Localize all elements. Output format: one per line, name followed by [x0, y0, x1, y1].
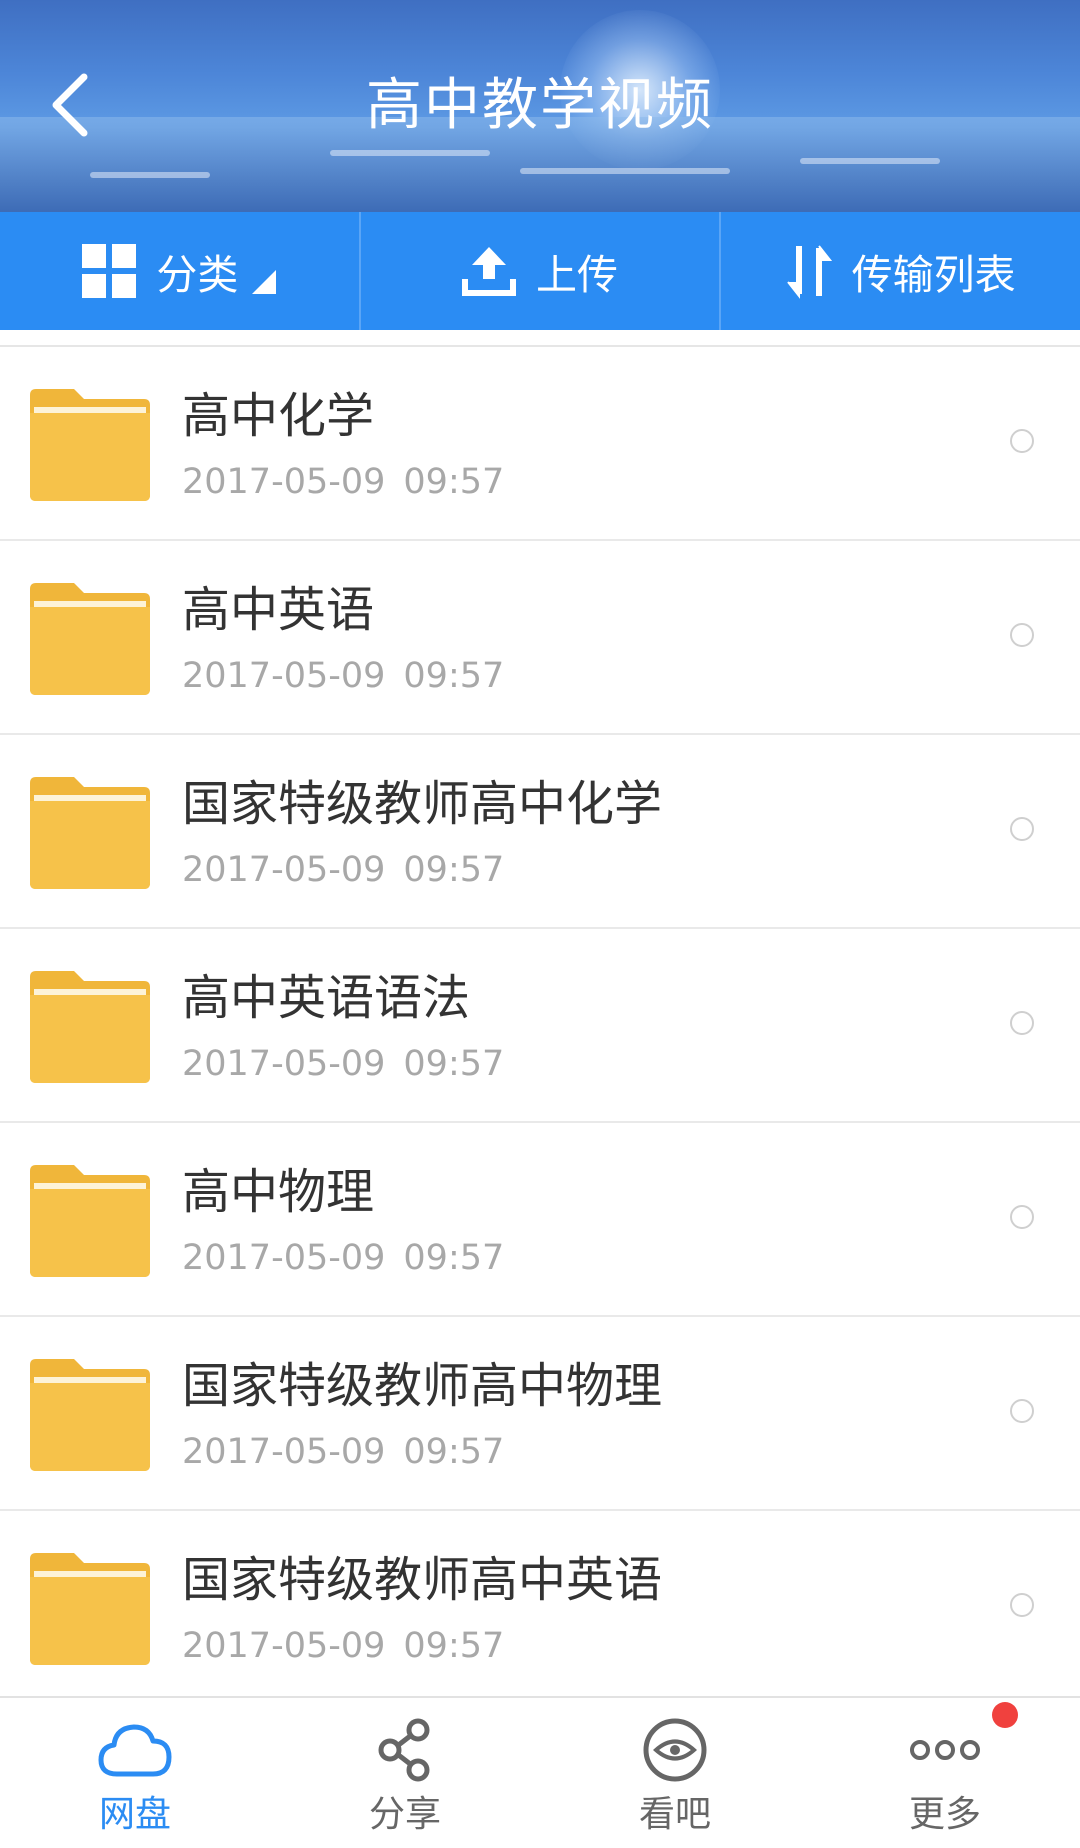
file-name: 高中化学 — [182, 388, 375, 444]
list-item[interactable]: 国家特级教师高中物理 2017-05-09 09:57 — [0, 1317, 1080, 1511]
grid-icon — [82, 244, 137, 298]
upload-icon — [462, 245, 516, 297]
file-time-value: 09:57 — [403, 1626, 505, 1666]
folder-icon — [30, 777, 150, 889]
select-radio[interactable] — [1010, 817, 1034, 841]
list-item[interactable]: 高中化学 2017-05-09 09:57 — [0, 347, 1080, 541]
folder-icon — [30, 1359, 150, 1471]
file-date-value: 2017-05-09 — [182, 1432, 386, 1472]
wave-decoration — [520, 168, 730, 174]
folder-icon — [30, 1553, 150, 1665]
file-name: 高中物理 — [182, 1164, 375, 1220]
wave-decoration — [90, 172, 210, 178]
cloud-icon — [97, 1712, 173, 1788]
wave-decoration — [800, 158, 940, 164]
file-time-value: 09:57 — [403, 1238, 505, 1278]
page-title: 高中教学视频 — [366, 73, 714, 138]
header: 高中教学视频 — [0, 0, 1080, 212]
bottom-nav: 网盘 分享 看吧 更多 — [0, 1696, 1080, 1848]
nav-item-share[interactable]: 分享 — [270, 1698, 540, 1848]
file-name: 国家特级教师高中化学 — [182, 776, 663, 832]
select-radio[interactable] — [1010, 623, 1034, 647]
file-date-value: 2017-05-09 — [182, 656, 386, 696]
nav-label: 网盘 — [98, 1794, 171, 1835]
file-name: 国家特级教师高中英语 — [182, 1552, 663, 1608]
file-list: 高中化学 2017-05-09 09:57 高中英语 2017-05-09 09:5… — [0, 345, 1080, 1697]
file-name: 高中英语语法 — [182, 970, 471, 1026]
file-time-value: 09:57 — [403, 850, 505, 890]
list-item[interactable]: 高中英语语法 2017-05-09 09:57 — [0, 929, 1080, 1123]
upload-label: 上传 — [536, 251, 618, 299]
file-date: 2017-05-09 09:57 — [182, 1624, 504, 1668]
upload-button[interactable]: 上传 — [358, 212, 720, 330]
file-date: 2017-05-09 09:57 — [182, 460, 504, 504]
file-date: 2017-05-09 09:57 — [182, 654, 504, 698]
file-date-value: 2017-05-09 — [182, 1626, 386, 1666]
file-date: 2017-05-09 09:57 — [182, 1042, 504, 1086]
nav-label: 更多 — [908, 1794, 981, 1835]
nav-item-watch[interactable]: 看吧 — [540, 1698, 810, 1848]
select-radio[interactable] — [1010, 1205, 1034, 1229]
file-date: 2017-05-09 09:57 — [182, 1236, 504, 1280]
file-time-value: 09:57 — [403, 656, 505, 696]
file-date-value: 2017-05-09 — [182, 850, 386, 890]
nav-label: 看吧 — [638, 1794, 711, 1835]
folder-icon — [30, 1165, 150, 1277]
select-radio[interactable] — [1010, 1399, 1034, 1423]
action-toolbar: 分类 上传 传输列表 — [0, 212, 1080, 330]
nav-item-netdisk[interactable]: 网盘 — [0, 1698, 270, 1848]
dropdown-caret-icon — [252, 270, 277, 294]
file-time-value: 09:57 — [403, 462, 505, 502]
list-item[interactable]: 国家特级教师高中化学 2017-05-09 09:57 — [0, 735, 1080, 929]
nav-label: 分享 — [368, 1794, 441, 1835]
nav-item-more[interactable]: 更多 — [810, 1698, 1080, 1848]
notification-badge — [992, 1702, 1018, 1728]
wave-decoration — [330, 150, 490, 156]
folder-icon — [30, 389, 150, 501]
select-radio[interactable] — [1010, 1593, 1034, 1617]
file-date-value: 2017-05-09 — [182, 1044, 386, 1084]
select-radio[interactable] — [1010, 1011, 1034, 1035]
list-item[interactable]: 高中英语 2017-05-09 09:57 — [0, 541, 1080, 735]
list-item[interactable]: 高中物理 2017-05-09 09:57 — [0, 1123, 1080, 1317]
transfer-list-button[interactable]: 传输列表 — [719, 212, 1080, 330]
file-name: 高中英语 — [182, 582, 375, 638]
file-time-value: 09:57 — [403, 1044, 505, 1084]
category-button[interactable]: 分类 — [0, 212, 359, 330]
file-date: 2017-05-09 09:57 — [182, 848, 504, 892]
eye-icon — [642, 1712, 708, 1788]
transfer-arrows-icon — [786, 242, 832, 300]
select-radio[interactable] — [1010, 429, 1034, 453]
folder-icon — [30, 971, 150, 1083]
share-icon — [375, 1712, 435, 1788]
file-name: 国家特级教师高中物理 — [182, 1358, 663, 1414]
more-dots-icon — [909, 1712, 981, 1788]
folder-icon — [30, 583, 150, 695]
file-date-value: 2017-05-09 — [182, 1238, 386, 1278]
file-time-value: 09:57 — [403, 1432, 505, 1472]
category-label: 分类 — [156, 251, 239, 299]
list-item[interactable]: 国家特级教师高中英语 2017-05-09 09:57 — [0, 1511, 1080, 1697]
transfer-list-label: 传输列表 — [851, 251, 1016, 299]
file-date: 2017-05-09 09:57 — [182, 1430, 504, 1474]
file-date-value: 2017-05-09 — [182, 462, 386, 502]
